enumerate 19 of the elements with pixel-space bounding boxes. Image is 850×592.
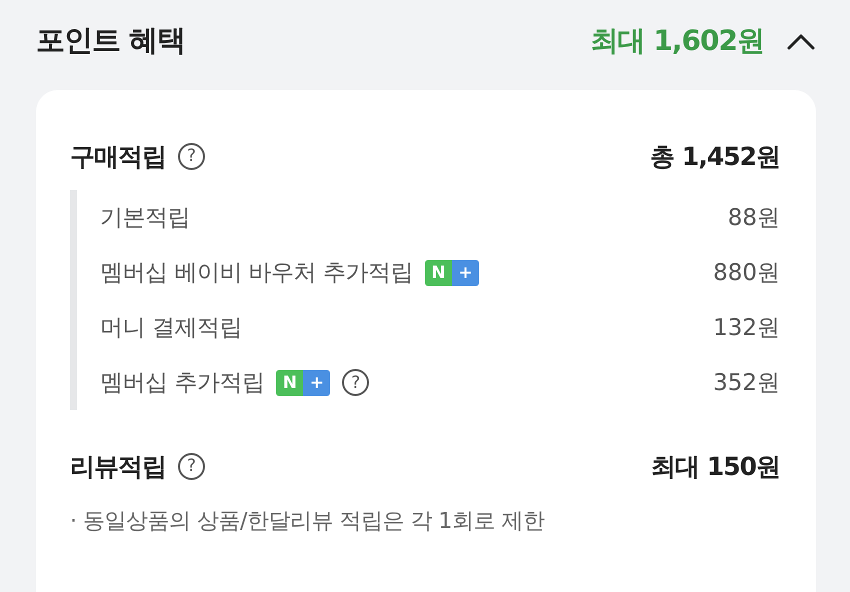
points-item-label: 기본적립: [100, 204, 190, 233]
help-icon[interactable]: ?: [342, 369, 370, 396]
points-item-label: 머니 결제적립: [100, 314, 242, 343]
chevron-up-icon[interactable]: [786, 32, 816, 50]
section-title: 포인트 혜택: [36, 22, 186, 59]
max-points-total: 최대 1,602원: [590, 23, 764, 59]
points-item-amount: 132원: [713, 314, 780, 343]
help-icon[interactable]: ?: [178, 452, 205, 480]
help-icon[interactable]: ?: [178, 142, 205, 170]
points-item-amount: 880원: [713, 259, 780, 288]
points-item-label: 멤버십 추가적립: [100, 369, 264, 398]
points-item-amount: 352원: [713, 369, 780, 398]
note-text: · 동일상품의 상품/한달리뷰 적립은 각 1회로 제한: [70, 508, 546, 536]
points-item-amount: 88원: [728, 204, 780, 233]
points-category-title: 구매적립: [70, 140, 166, 172]
points-amount: 최대 150원: [651, 450, 780, 482]
points-amount: 총 1,452원: [650, 140, 780, 172]
points-item-label: 멤버십 베이비 바우처 추가적립: [100, 259, 413, 288]
points-category-title: 리뷰적립: [70, 450, 166, 482]
